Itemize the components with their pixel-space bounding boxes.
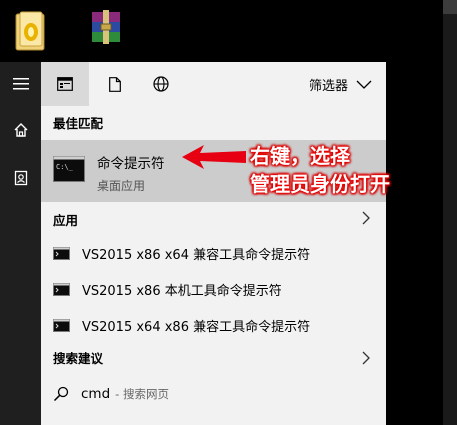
search-results-panel: 筛选器 最佳匹配 C:\_ 命令提示符 桌面应用 应用 VS2015 x86 x…: [41, 62, 386, 425]
best-match-name: 命令提示符: [97, 156, 165, 172]
filter-label: 筛选器: [308, 78, 348, 94]
documents-icon[interactable]: [0, 156, 41, 200]
list-item[interactable]: VS2015 x86 x64 兼容工具命令提示符: [41, 235, 386, 271]
chevron-down-icon: [356, 80, 372, 89]
chevron-right-icon[interactable]: [362, 211, 370, 225]
taskbar-edge: [443, 0, 457, 425]
svg-text:C:\_: C:\_: [56, 163, 74, 171]
folder-icon[interactable]: [14, 10, 48, 52]
search-icon: [53, 386, 69, 402]
apps-tab-icon[interactable]: [41, 62, 89, 106]
search-query: cmd: [81, 386, 111, 402]
hamburger-menu-icon[interactable]: [0, 62, 41, 106]
command-prompt-icon: [53, 318, 70, 332]
command-prompt-icon: [53, 246, 70, 260]
search-suggestions-heading: 搜索建议: [53, 351, 104, 366]
app-label: VS2015 x64 x86 兼容工具命令提示符: [82, 319, 311, 335]
list-item[interactable]: VS2015 x86 本机工具命令提示符: [41, 271, 386, 307]
best-match-subtitle: 桌面应用: [97, 179, 146, 193]
search-hint: - 搜索网页: [115, 387, 169, 401]
filter-bar: 筛选器: [41, 62, 386, 106]
list-item[interactable]: VS2015 x64 x86 兼容工具命令提示符: [41, 307, 386, 343]
command-prompt-icon: C:\_: [53, 156, 85, 182]
documents-tab-icon[interactable]: [91, 62, 139, 106]
chevron-right-icon[interactable]: [362, 351, 370, 365]
start-rail: [0, 62, 41, 425]
red-arrow-icon: [182, 145, 246, 169]
annotation-line-2: 管理员身份打开: [250, 172, 390, 196]
web-search-suggestion[interactable]: cmd - 搜索网页: [41, 376, 386, 412]
apps-heading: 应用: [53, 213, 79, 228]
best-match-heading: 最佳匹配: [53, 116, 104, 131]
annotation-line-1: 右键，选择: [250, 144, 350, 168]
app-label: VS2015 x86 x64 兼容工具命令提示符: [82, 247, 311, 263]
annotation-text: 右键，选择 管理员身份打开: [250, 142, 390, 198]
winrar-archive-icon[interactable]: [86, 10, 126, 50]
filter-dropdown[interactable]: 筛选器: [309, 72, 372, 96]
web-tab-icon[interactable]: [137, 62, 185, 106]
app-label: VS2015 x86 本机工具命令提示符: [82, 283, 282, 299]
home-icon[interactable]: [0, 108, 41, 152]
edge-icon: [443, 0, 457, 14]
command-prompt-icon: [53, 282, 70, 296]
